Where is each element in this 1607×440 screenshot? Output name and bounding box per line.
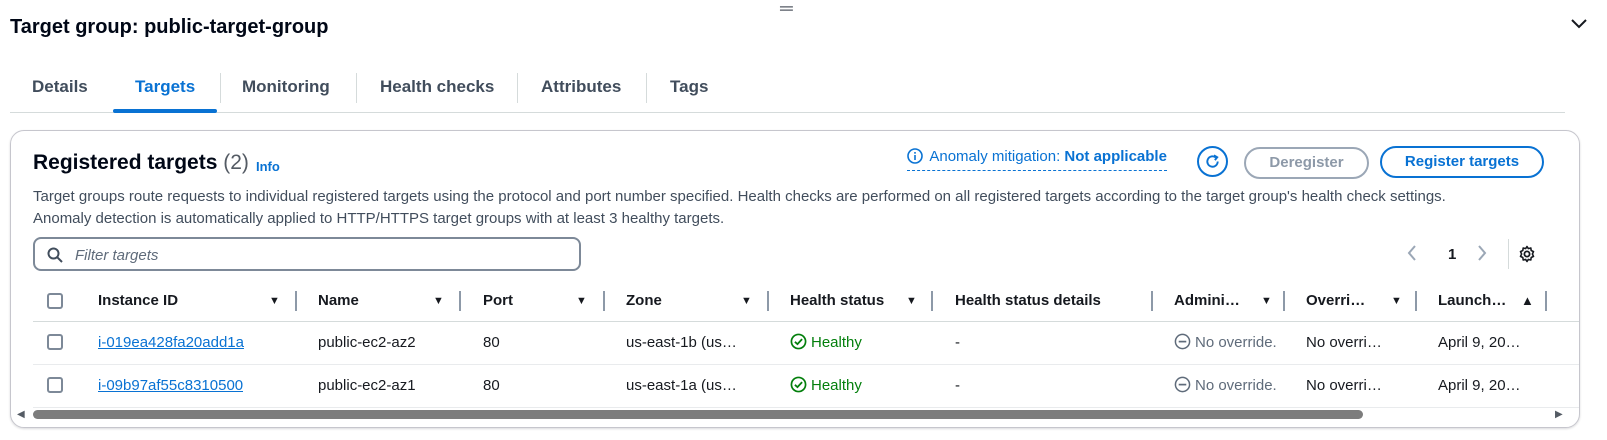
angle-right-icon[interactable] <box>1477 245 1487 266</box>
tab-divider <box>517 73 518 103</box>
anomaly-value: Not applicable <box>1064 148 1167 165</box>
instance-id-link[interactable]: i-019ea428fa20add1a <box>98 334 244 351</box>
status-positive-icon <box>790 325 807 364</box>
health-status-cell: Healthy <box>790 322 862 364</box>
tab-divider <box>646 73 647 103</box>
page-header: Target group: public-target-group <box>10 16 1597 44</box>
divider <box>1508 239 1509 269</box>
register-targets-button[interactable]: Register targets <box>1380 146 1544 178</box>
row-checkbox[interactable] <box>47 334 63 350</box>
column-header-health-status-details[interactable]: Health status details <box>955 281 1145 321</box>
tab-attributes[interactable]: Attributes <box>519 66 643 110</box>
admin-override-text: No override. <box>1195 377 1277 394</box>
sort-icon[interactable]: ▼ <box>741 281 752 321</box>
panel-title-text: Registered targets <box>33 151 218 174</box>
name-cell: public-ec2-az2 <box>318 334 416 351</box>
filter-targets-input[interactable] <box>73 244 567 266</box>
description-line: Anomaly detection is automatically appli… <box>33 210 725 227</box>
table-row[interactable]: i-09b97af55c8310500 public-ec2-az1 80 us… <box>33 365 1579 408</box>
column-header-launch-time[interactable]: Launch… <box>1438 281 1510 321</box>
page-number[interactable]: 1 <box>1448 246 1456 263</box>
deregister-button[interactable]: Deregister <box>1244 147 1369 179</box>
override-details-cell: No overri… <box>1306 377 1382 394</box>
sort-icon[interactable]: ▼ <box>906 281 917 321</box>
admin-override-cell: No override. <box>1174 322 1277 364</box>
status-stopped-icon <box>1174 325 1191 364</box>
panel-title: Registered targets (2) <box>33 151 249 175</box>
zone-cell: us-east-1a (us… <box>626 377 737 394</box>
port-cell: 80 <box>483 377 500 394</box>
target-count: (2) <box>223 151 249 174</box>
column-header-instance-id[interactable]: Instance ID <box>98 281 248 321</box>
table-row[interactable]: i-019ea428fa20add1a public-ec2-az2 80 us… <box>33 322 1579 365</box>
tab-bar: Details Targets Monitoring Health checks… <box>10 66 1565 113</box>
info-icon <box>907 148 923 168</box>
column-resizer[interactable] <box>1415 291 1417 311</box>
health-details-cell: - <box>955 377 960 394</box>
tab-health-checks[interactable]: Health checks <box>358 66 516 110</box>
anomaly-mitigation-link[interactable]: Anomaly mitigation: Not applicable <box>907 148 1167 171</box>
column-resizer[interactable] <box>767 291 769 311</box>
instance-id-cell: i-019ea428fa20add1a <box>98 322 244 364</box>
sort-icon[interactable]: ▼ <box>1391 281 1402 321</box>
column-resizer[interactable] <box>603 291 605 311</box>
override-details-cell: No overri… <box>1306 334 1382 351</box>
sort-ascending-icon[interactable]: ▲ <box>1521 281 1534 321</box>
table-header-row: Instance ID ▼ Name ▼ Port ▼ Zone ▼ Healt… <box>33 281 1579 322</box>
admin-override-text: No override. <box>1195 334 1277 351</box>
column-header-override-details[interactable]: Overri… <box>1306 281 1371 321</box>
admin-override-cell: No override. <box>1174 365 1277 407</box>
tab-tags[interactable]: Tags <box>648 66 730 110</box>
column-resizer[interactable] <box>1545 291 1547 311</box>
description-line: Target groups route requests to individu… <box>33 188 1446 205</box>
select-all-checkbox[interactable] <box>47 293 63 309</box>
instance-id-cell: i-09b97af55c8310500 <box>98 365 243 407</box>
column-resizer[interactable] <box>459 291 461 311</box>
launch-time-cell: April 9, 20… <box>1438 377 1521 394</box>
scroll-right-icon[interactable]: ▶ <box>1555 409 1563 420</box>
status-stopped-icon <box>1174 368 1191 407</box>
port-cell: 80 <box>483 334 500 351</box>
column-header-health-status[interactable]: Health status <box>790 281 900 321</box>
horizontal-scrollbar[interactable]: ◀ ▶ <box>11 405 1579 423</box>
tab-details[interactable]: Details <box>10 66 110 110</box>
column-header-administrative-override[interactable]: Admini… <box>1174 281 1244 321</box>
column-header-port[interactable]: Port <box>483 281 563 321</box>
filter-targets-field[interactable] <box>33 237 581 271</box>
health-status-text: Healthy <box>811 334 862 351</box>
panel-description: Target groups route requests to individu… <box>33 186 1543 230</box>
instance-id-link[interactable]: i-09b97af55c8310500 <box>98 377 243 394</box>
name-cell: public-ec2-az1 <box>318 377 416 394</box>
page-title: Target group: public-target-group <box>10 16 329 38</box>
row-checkbox[interactable] <box>47 377 63 393</box>
zone-cell: us-east-1b (us… <box>626 334 737 351</box>
column-resizer[interactable] <box>931 291 933 311</box>
chevron-down-icon[interactable] <box>1571 16 1587 34</box>
anomaly-label: Anomaly mitigation: <box>929 148 1061 165</box>
refresh-button[interactable] <box>1197 146 1228 177</box>
tab-targets[interactable]: Targets <box>113 66 218 113</box>
scrollbar-thumb[interactable] <box>33 410 1363 419</box>
sort-icon[interactable]: ▼ <box>433 281 444 321</box>
registered-targets-panel: Registered targets (2) Info Anomaly miti… <box>10 130 1580 428</box>
sort-icon[interactable]: ▼ <box>269 281 280 321</box>
tab-monitoring[interactable]: Monitoring <box>220 66 352 110</box>
health-status-text: Healthy <box>811 377 862 394</box>
column-resizer[interactable] <box>1151 291 1153 311</box>
health-details-cell: - <box>955 334 960 351</box>
angle-left-icon[interactable] <box>1407 245 1417 266</box>
column-header-zone[interactable]: Zone <box>626 281 706 321</box>
column-header-name[interactable]: Name <box>318 281 418 321</box>
launch-time-cell: April 9, 20… <box>1438 334 1521 351</box>
sort-icon[interactable]: ▼ <box>1261 281 1272 321</box>
status-positive-icon <box>790 368 807 407</box>
column-resizer[interactable] <box>1283 291 1285 311</box>
info-link[interactable]: Info <box>256 159 280 174</box>
health-status-cell: Healthy <box>790 365 862 407</box>
scroll-left-icon[interactable]: ◀ <box>17 409 25 420</box>
sort-icon[interactable]: ▼ <box>576 281 587 321</box>
settings-icon[interactable] <box>1518 245 1536 268</box>
column-resizer[interactable] <box>295 291 297 311</box>
tab-divider <box>356 73 357 103</box>
